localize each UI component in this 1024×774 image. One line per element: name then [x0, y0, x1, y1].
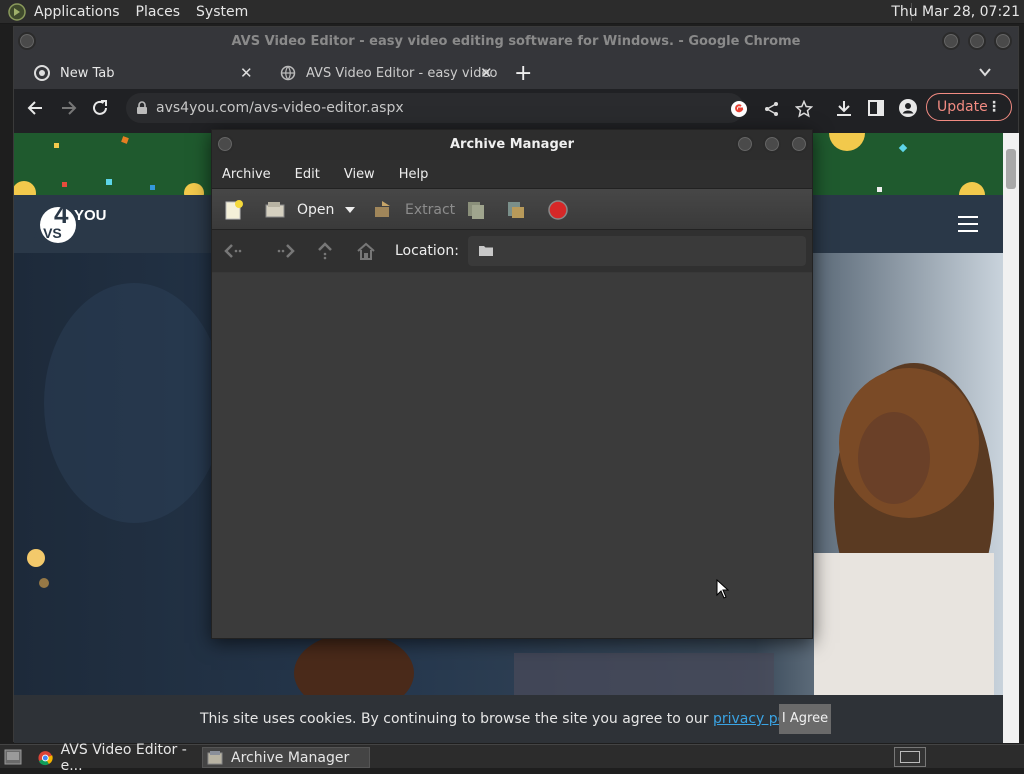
new-archive-icon[interactable] [223, 199, 245, 221]
taskbar-item-archive-manager[interactable]: Archive Manager [202, 747, 370, 768]
location-label: Location: [395, 243, 459, 259]
globe-icon [280, 65, 296, 81]
taskbar-item-label: Archive Manager [231, 749, 350, 766]
extract-icon[interactable] [372, 199, 394, 221]
archive-titlebar[interactable]: Archive Manager [212, 130, 812, 160]
clock[interactable]: Thu Mar 28, 07:21 [891, 4, 1020, 20]
forward-icon[interactable] [274, 241, 296, 261]
maximize-button[interactable] [763, 135, 781, 153]
chrome-icon [34, 65, 50, 81]
bookmark-star-icon[interactable] [795, 100, 813, 118]
archive-manager-icon [207, 750, 223, 764]
system-menu[interactable]: System [196, 4, 248, 20]
update-button[interactable]: Update ⋮ [926, 93, 1012, 121]
menu-edit[interactable]: Edit [295, 167, 320, 182]
address-bar: avs4you.com/avs-video-editor.aspx Update… [14, 89, 1018, 127]
archive-manager-window: Archive Manager Archive Edit View Help O… [211, 129, 813, 639]
google-icon[interactable] [730, 100, 748, 118]
close-button[interactable] [790, 135, 808, 153]
close-tab-icon[interactable]: ✕ [240, 64, 253, 82]
hamburger-menu-icon[interactable] [958, 215, 978, 233]
mouse-cursor-icon [716, 579, 730, 599]
url-text: avs4you.com/avs-video-editor.aspx [156, 100, 404, 116]
update-label: Update [937, 99, 988, 115]
menu-archive[interactable]: Archive [222, 167, 271, 182]
tab-avs-video-editor[interactable]: AVS Video Editor - easy video ✕ [260, 57, 500, 89]
add-files-icon[interactable] [465, 199, 487, 221]
close-tab-icon[interactable]: ✕ [480, 64, 493, 82]
top-panel: Applications Places System Thu Mar 28, 0… [0, 0, 1024, 24]
taskbar-item-label: AVS Video Editor - e... [60, 741, 187, 774]
location-bar: Location: [212, 230, 812, 272]
menu-view[interactable]: View [344, 167, 375, 182]
download-icon[interactable] [834, 98, 854, 118]
new-tab-icon[interactable]: + [514, 61, 532, 86]
lock-icon[interactable] [136, 101, 148, 115]
agree-button[interactable]: I Agree [779, 704, 831, 734]
chrome-window-title: AVS Video Editor - easy video editing so… [231, 34, 801, 49]
taskbar-item-chrome[interactable]: AVS Video Editor - e... [34, 742, 200, 774]
maximize-button[interactable] [968, 32, 986, 50]
menu-help[interactable]: Help [399, 167, 429, 182]
close-button[interactable] [994, 32, 1012, 50]
workspace-switcher[interactable] [894, 747, 926, 767]
chrome-icon [38, 750, 53, 765]
distro-logo-icon[interactable] [8, 2, 26, 21]
add-folder-icon[interactable] [505, 199, 527, 221]
share-icon[interactable] [763, 100, 781, 118]
cookie-banner: This site uses cookies. By continuing to… [14, 695, 1003, 743]
page-scrollbar[interactable] [1003, 133, 1019, 743]
minimize-button[interactable] [736, 135, 754, 153]
chrome-titlebar[interactable]: AVS Video Editor - easy video editing so… [14, 27, 1018, 57]
workspace-icon [900, 751, 920, 763]
tab-label: New Tab [60, 65, 115, 81]
avs4you-logo[interactable]: 4 YOU AVS [34, 199, 107, 247]
url-input[interactable]: avs4you.com/avs-video-editor.aspx [126, 93, 813, 123]
side-panel-icon[interactable] [866, 98, 886, 118]
profile-icon[interactable] [898, 98, 918, 118]
reload-icon[interactable] [90, 98, 110, 118]
folder-icon [479, 246, 493, 256]
cookie-message: This site uses cookies. By continuing to… [200, 711, 812, 727]
archive-toolbar: Open Extract [212, 188, 812, 230]
show-desktop-icon[interactable] [4, 749, 22, 765]
home-icon[interactable] [355, 241, 377, 261]
back-icon[interactable] [223, 241, 245, 261]
chevron-down-icon[interactable] [978, 65, 992, 79]
forward-icon[interactable] [58, 98, 78, 118]
tab-label: AVS Video Editor - easy video [306, 65, 498, 81]
chevron-down-icon[interactable] [343, 203, 357, 217]
minimize-button[interactable] [942, 32, 960, 50]
places-menu[interactable]: Places [136, 4, 181, 20]
up-icon[interactable] [314, 241, 336, 261]
tab-new-tab[interactable]: New Tab ✕ [14, 57, 260, 89]
extract-label[interactable]: Extract [405, 202, 455, 218]
applications-menu[interactable]: Applications [34, 4, 120, 20]
more-menu-icon[interactable]: ⋮ [987, 94, 1001, 120]
tab-strip: New Tab ✕ AVS Video Editor - easy video … [14, 57, 1018, 89]
scrollbar-thumb[interactable] [1006, 149, 1016, 189]
open-label[interactable]: Open [297, 202, 334, 218]
location-field[interactable] [468, 236, 806, 266]
taskbar: AVS Video Editor - e... Archive Manager [0, 742, 1024, 774]
stop-icon[interactable] [547, 199, 569, 221]
archive-menubar: Archive Edit View Help [212, 160, 812, 188]
cookie-text: This site uses cookies. By continuing to… [200, 711, 713, 727]
archive-window-title: Archive Manager [450, 137, 574, 152]
open-archive-icon[interactable] [264, 199, 286, 221]
back-icon[interactable] [26, 98, 46, 118]
